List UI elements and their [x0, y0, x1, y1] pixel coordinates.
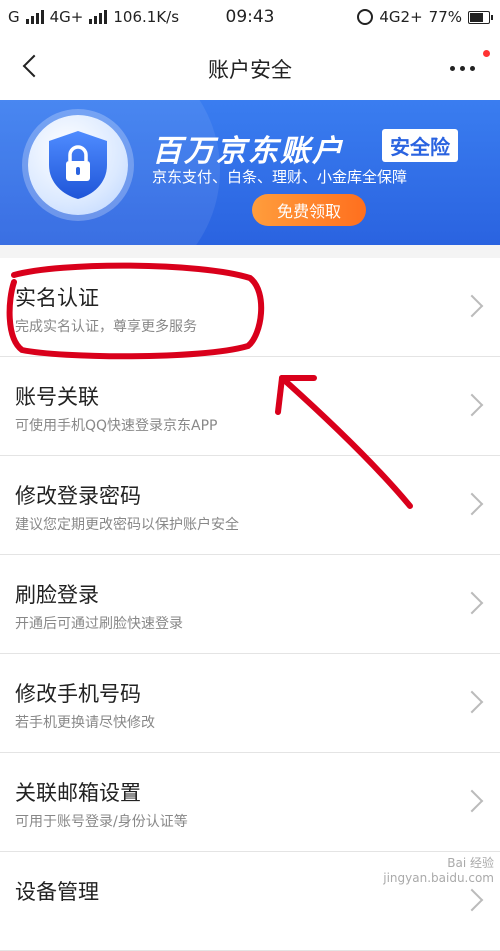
- watermark-line1: Bai 经验: [447, 856, 494, 870]
- watermark: Bai 经验 jingyan.baidu.com: [383, 854, 494, 885]
- network-label-right: 4G2+: [379, 8, 423, 26]
- alarm-icon: [357, 9, 374, 25]
- banner-title: 百万京东账户: [152, 134, 344, 169]
- status-right: 4G2+ 77%: [357, 8, 493, 26]
- chevron-right-icon: [460, 888, 484, 912]
- shield-lock-icon: [28, 115, 128, 215]
- chevron-right-icon: [460, 492, 484, 516]
- banner-subtitle: 京东支付、白条、理财、小金库全保障: [152, 168, 408, 186]
- item-title: 实名认证: [15, 286, 99, 310]
- notification-dot: [483, 50, 490, 57]
- nav-bar: 账户安全: [0, 34, 500, 100]
- insurance-banner[interactable]: 百万京东账户 安全险 京东支付、白条、理财、小金库全保障 免费领取: [0, 100, 500, 245]
- item-title: 修改登录密码: [15, 484, 141, 508]
- more-menu-icon[interactable]: [450, 50, 490, 78]
- watermark-line2: jingyan.baidu.com: [383, 871, 494, 885]
- list-item-change-password[interactable]: 修改登录密码 建议您定期更改密码以保护账户安全: [0, 456, 500, 555]
- chevron-right-icon: [460, 789, 484, 813]
- item-title: 修改手机号码: [15, 682, 141, 706]
- chevron-right-icon: [460, 690, 484, 714]
- list-item-account-link[interactable]: 账号关联 可使用手机QQ快速登录京东APP: [0, 357, 500, 456]
- settings-list: 实名认证 完成实名认证，尊享更多服务 账号关联 可使用手机QQ快速登录京东APP…: [0, 258, 500, 951]
- list-item-email-settings[interactable]: 关联邮箱设置 可用于账号登录/身份认证等: [0, 753, 500, 852]
- item-description: 若手机更换请尽快修改: [15, 715, 155, 731]
- item-description: 可使用手机QQ快速登录京东APP: [15, 418, 218, 434]
- item-description: 开通后可通过刷脸快速登录: [15, 616, 183, 632]
- item-title: 关联邮箱设置: [15, 781, 141, 805]
- list-item-change-phone[interactable]: 修改手机号码 若手机更换请尽快修改: [0, 654, 500, 753]
- chevron-right-icon: [460, 294, 484, 318]
- battery-icon: [468, 10, 493, 24]
- list-item-real-name[interactable]: 实名认证 完成实名认证，尊享更多服务: [0, 258, 500, 357]
- list-item-face-login[interactable]: 刷脸登录 开通后可通过刷脸快速登录: [0, 555, 500, 654]
- item-description: 完成实名认证，尊享更多服务: [15, 319, 197, 335]
- chevron-right-icon: [460, 591, 484, 615]
- item-description: 可用于账号登录/身份认证等: [15, 814, 188, 830]
- item-title: 账号关联: [15, 385, 99, 409]
- item-title: 设备管理: [15, 880, 99, 904]
- item-description: 建议您定期更改密码以保护账户安全: [15, 517, 239, 533]
- chevron-right-icon: [460, 393, 484, 417]
- page-title: 账户安全: [208, 58, 292, 82]
- battery-percent: 77%: [428, 8, 462, 26]
- status-bar: G 4G+ 106.1K/s 09:43 4G2+ 77%: [0, 0, 500, 34]
- free-claim-button[interactable]: 免费领取: [252, 194, 366, 226]
- banner-tag: 安全险: [382, 129, 458, 162]
- item-title: 刷脸登录: [15, 583, 99, 607]
